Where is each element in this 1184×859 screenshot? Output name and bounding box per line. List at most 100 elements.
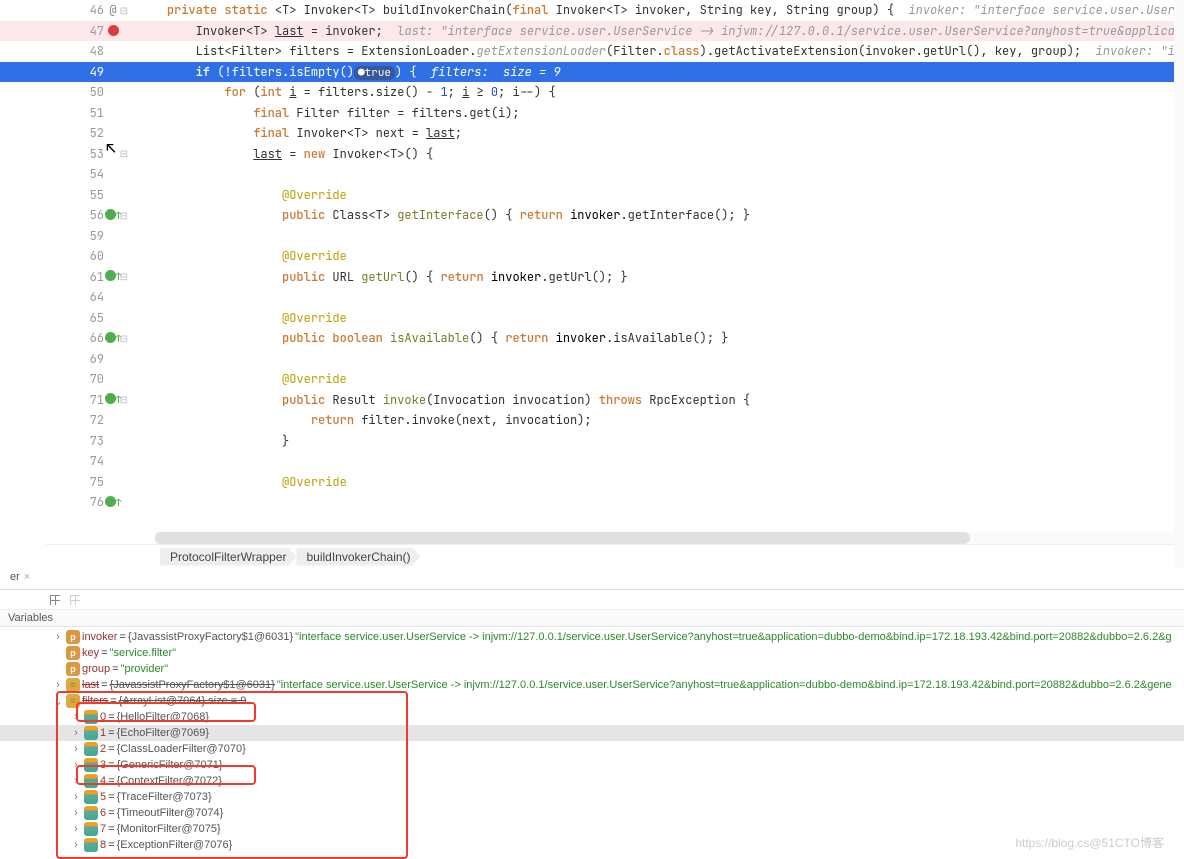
- expand-icon[interactable]: [70, 823, 82, 835]
- code-text[interactable]: @Override: [130, 474, 1184, 490]
- scrollbar-thumb[interactable]: [155, 532, 970, 544]
- code-line[interactable]: 75 @Override: [0, 472, 1184, 493]
- element-icon: [84, 822, 98, 836]
- variable-row[interactable]: 4 = {ContextFilter@7072}: [0, 773, 1184, 789]
- code-line[interactable]: 73 }: [0, 431, 1184, 452]
- code-line[interactable]: 65 @Override: [0, 308, 1184, 329]
- code-text[interactable]: return filter.invoke(next, invocation);: [130, 412, 1184, 428]
- variable-row[interactable]: 8 = {ExceptionFilter@7076}: [0, 837, 1184, 853]
- gutter: 49: [0, 64, 130, 80]
- code-line[interactable]: 76↑: [0, 492, 1184, 513]
- code-text[interactable]: final Filter filter = filters.get(i);: [130, 105, 1184, 121]
- debug-tab[interactable]: er×: [0, 568, 40, 589]
- variable-row[interactable]: 5 = {TraceFilter@7073}: [0, 789, 1184, 805]
- code-line[interactable]: 56↑⊟ public Class<T> getInterface() { re…: [0, 205, 1184, 226]
- variable-row[interactable]: 2 = {ClassLoaderFilter@7070}: [0, 741, 1184, 757]
- expand-icon[interactable]: [52, 695, 64, 708]
- expand-icon[interactable]: [70, 839, 82, 851]
- code-line[interactable]: 52 final Invoker<T> next = last;: [0, 123, 1184, 144]
- code-line[interactable]: 51 final Filter filter = filters.get(i);: [0, 103, 1184, 124]
- code-line[interactable]: 72 return filter.invoke(next, invocation…: [0, 410, 1184, 431]
- code-editor[interactable]: 46@⊟ private static <T> Invoker<T> build…: [0, 0, 1184, 532]
- code-line[interactable]: 70 @Override: [0, 369, 1184, 390]
- fold-icon[interactable]: ⊟: [120, 270, 128, 283]
- code-line[interactable]: 47 Invoker<T> last = invoker; last: "int…: [0, 21, 1184, 42]
- code-line[interactable]: 61↑⊟ public URL getUrl() { return invoke…: [0, 267, 1184, 288]
- variable-row[interactable]: ≡ last = {JavassistProxyFactory$1@6031} …: [0, 677, 1184, 693]
- code-line[interactable]: 74: [0, 451, 1184, 472]
- code-line[interactable]: 60 @Override: [0, 246, 1184, 267]
- var-sep: =: [108, 823, 114, 835]
- variable-row[interactable]: 6 = {TimeoutFilter@7074}: [0, 805, 1184, 821]
- expand-icon[interactable]: [52, 679, 64, 691]
- code-line[interactable]: 46@⊟ private static <T> Invoker<T> build…: [0, 0, 1184, 21]
- close-icon[interactable]: ×: [24, 571, 30, 583]
- variable-row[interactable]: ≡ filters = {ArrayList@7064} size = 9: [0, 693, 1184, 709]
- code-text[interactable]: last = new Invoker<T>() {: [130, 146, 1184, 162]
- var-string: "interface service.user.UserService -> i…: [277, 679, 1172, 691]
- code-text[interactable]: @Override: [130, 248, 1184, 264]
- variable-row[interactable]: p invoker = {JavassistProxyFactory$1@603…: [0, 629, 1184, 645]
- expand-icon[interactable]: [70, 727, 82, 739]
- variables-tree[interactable]: p invoker = {JavassistProxyFactory$1@603…: [0, 627, 1184, 855]
- breadcrumb-method[interactable]: buildInvokerChain(): [296, 548, 420, 566]
- variables-toolbar: [0, 590, 1184, 610]
- code-text[interactable]: @Override: [130, 371, 1184, 387]
- line-number: 52: [82, 125, 104, 141]
- code-text[interactable]: for (int i = filters.size() - 1; i ≥ 0; …: [130, 84, 1184, 100]
- fold-icon[interactable]: ⊟: [120, 147, 128, 160]
- code-text[interactable]: public URL getUrl() { return invoker.get…: [130, 269, 1184, 285]
- code-text[interactable]: }: [130, 433, 1184, 449]
- code-text[interactable]: private static <T> Invoker<T> buildInvok…: [130, 2, 1184, 18]
- variable-row[interactable]: 3 = {GenericFilter@7071}: [0, 757, 1184, 773]
- expand-icon[interactable]: [70, 775, 82, 787]
- code-line[interactable]: 50 for (int i = filters.size() - 1; i ≥ …: [0, 82, 1184, 103]
- breadcrumb-class[interactable]: ProtocolFilterWrapper: [160, 548, 296, 566]
- variable-row[interactable]: p group = "provider": [0, 661, 1184, 677]
- code-text[interactable]: public Class<T> getInterface() { return …: [130, 207, 1184, 223]
- code-text[interactable]: Invoker<T> last = invoker; last: "interf…: [130, 23, 1184, 39]
- var-value: {ExceptionFilter@7076}: [117, 839, 233, 851]
- code-text[interactable]: if (!filters.isEmpty()●true) { filters: …: [130, 64, 1184, 80]
- code-text[interactable]: final Invoker<T> next = last;: [130, 125, 1184, 141]
- vertical-scrollbar[interactable]: [1174, 0, 1184, 568]
- variable-row[interactable]: 0 = {HelloFilter@7068}: [0, 709, 1184, 725]
- fold-icon[interactable]: ⊟: [120, 209, 128, 222]
- expand-icon[interactable]: [70, 743, 82, 755]
- code-line[interactable]: 48 List<Filter> filters = ExtensionLoade…: [0, 41, 1184, 62]
- expand-icon[interactable]: [70, 711, 82, 723]
- columns-alt-icon[interactable]: [68, 593, 82, 607]
- expand-icon[interactable]: [70, 759, 82, 771]
- code-line[interactable]: 49 if (!filters.isEmpty()●true) { filter…: [0, 62, 1184, 83]
- code-line[interactable]: 59: [0, 226, 1184, 247]
- var-sep: =: [108, 759, 114, 771]
- fold-icon[interactable]: ⊟: [120, 4, 128, 17]
- code-text[interactable]: public Result invoke(Invocation invocati…: [130, 392, 1184, 408]
- code-text[interactable]: @Override: [130, 187, 1184, 203]
- code-line[interactable]: 69: [0, 349, 1184, 370]
- breakpoint-icon[interactable]: [104, 25, 122, 36]
- var-sep: =: [101, 647, 107, 659]
- override-icon[interactable]: ↑: [104, 496, 122, 509]
- fold-icon[interactable]: ⊟: [120, 332, 128, 345]
- expand-icon[interactable]: [70, 791, 82, 803]
- expand-icon[interactable]: [70, 807, 82, 819]
- expand-icon[interactable]: [52, 631, 64, 643]
- variable-row[interactable]: 7 = {MonitorFilter@7075}: [0, 821, 1184, 837]
- code-text[interactable]: @Override: [130, 310, 1184, 326]
- variable-row[interactable]: 1 = {EchoFilter@7069}: [0, 725, 1184, 741]
- code-text[interactable]: public boolean isAvailable() { return in…: [130, 330, 1184, 346]
- code-line[interactable]: 71↑⊟ public Result invoke(Invocation inv…: [0, 390, 1184, 411]
- code-line[interactable]: 66↑⊟ public boolean isAvailable() { retu…: [0, 328, 1184, 349]
- fold-icon[interactable]: ⊟: [120, 393, 128, 406]
- code-text[interactable]: List<Filter> filters = ExtensionLoader.g…: [130, 43, 1184, 59]
- code-line[interactable]: 64: [0, 287, 1184, 308]
- columns-icon[interactable]: [48, 593, 62, 607]
- var-sep: =: [108, 711, 114, 723]
- code-line[interactable]: 54: [0, 164, 1184, 185]
- horizontal-scrollbar[interactable]: [155, 532, 1174, 544]
- variable-row[interactable]: p key = "service.filter": [0, 645, 1184, 661]
- code-line[interactable]: 53⊟ last = new Invoker<T>() {: [0, 144, 1184, 165]
- code-line[interactable]: 55 @Override: [0, 185, 1184, 206]
- variables-panel: Variables p invoker = {JavassistProxyFac…: [0, 610, 1184, 855]
